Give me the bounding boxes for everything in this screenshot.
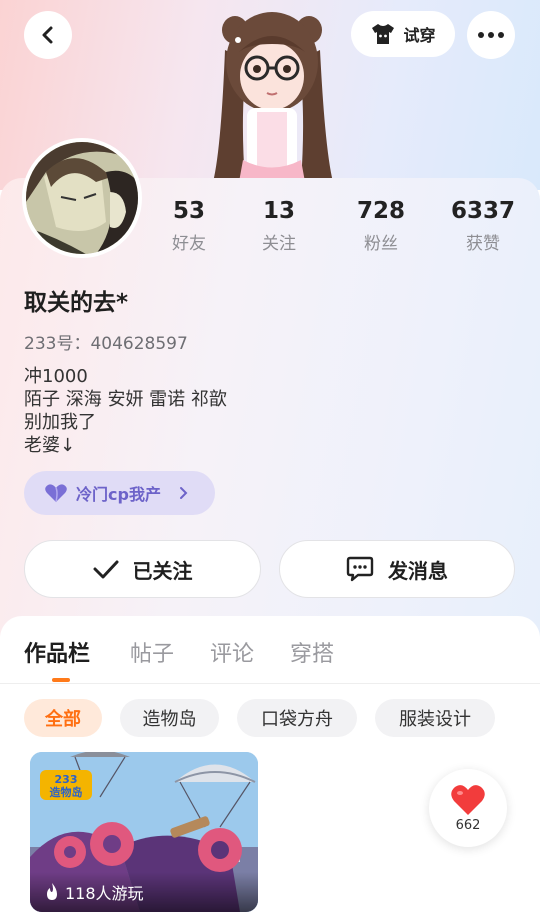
following-label: 已关注 [132, 558, 193, 583]
send-message-button[interactable]: 发消息 [279, 540, 515, 598]
work-card-footer: 118人游玩 [30, 872, 258, 912]
more-dot [498, 32, 504, 38]
try-on-label: 试穿 [403, 26, 436, 45]
filter-all[interactable]: 全部 [24, 699, 102, 737]
bio-line: 老婆↓ [24, 435, 76, 456]
heart-icon [45, 484, 67, 503]
filter-pocket-ark[interactable]: 口袋方舟 [237, 699, 357, 737]
chat-bubble-icon [346, 556, 374, 582]
tab-active-indicator [52, 678, 70, 682]
like-count: 662 [455, 817, 481, 833]
tab-outfits[interactable]: 穿搭 [290, 636, 334, 668]
tab-comments[interactable]: 评论 [210, 636, 254, 668]
stat-label: 好友 [172, 234, 206, 254]
cp-tag-chip[interactable]: 冷门cp我产 [24, 471, 215, 515]
avatar-image [26, 142, 138, 254]
more-dot [488, 32, 494, 38]
svg-text:233: 233 [55, 773, 78, 786]
tab-works[interactable]: 作品栏 [24, 636, 90, 668]
following-button[interactable]: 已关注 [24, 540, 261, 598]
stat-label: 粉丝 [364, 234, 398, 254]
stat-label: 获赞 [466, 234, 500, 254]
bio-line: 陌子 深海 安妍 雷诺 祁歆 [24, 389, 227, 410]
flame-icon [47, 883, 57, 900]
svg-text:造物岛: 造物岛 [50, 785, 83, 799]
stat-following[interactable]: 13 关注 [239, 196, 319, 254]
username: 取关的去* [24, 290, 129, 316]
back-button[interactable] [24, 11, 72, 59]
tshirt-icon [372, 24, 395, 44]
heart-icon [451, 784, 485, 815]
avatar[interactable] [22, 138, 142, 258]
stat-label: 关注 [262, 234, 296, 254]
work-card[interactable]: 233 造物岛 118人游玩 [30, 752, 258, 912]
stat-value: 6337 [450, 198, 515, 224]
stat-fans[interactable]: 728 粉丝 [341, 196, 421, 254]
more-button[interactable] [467, 11, 515, 59]
send-message-label: 发消息 [388, 558, 448, 583]
stat-likes: 6337 获赞 [443, 196, 523, 254]
bio-line: 冲1000 [24, 366, 88, 387]
check-icon [93, 560, 118, 579]
like-button[interactable]: 662 [429, 769, 507, 847]
more-dots-icon [478, 32, 484, 38]
stat-value: 13 [262, 198, 295, 224]
stat-value: 728 [356, 198, 405, 224]
filter-creation-island[interactable]: 造物岛 [120, 699, 219, 737]
cp-tag-label: 冷门cp我产 [76, 485, 161, 504]
chevron-right-icon [179, 487, 188, 499]
chevron-left-icon [42, 26, 53, 44]
tab-posts[interactable]: 帖子 [130, 636, 174, 668]
avatar-character-illustration [213, 12, 333, 182]
user-id: 233号：404628597 [24, 334, 188, 354]
stat-friends[interactable]: 53 好友 [149, 196, 229, 254]
stat-value: 53 [172, 198, 205, 224]
work-players-count: 118人游玩 [65, 884, 144, 903]
bio: 冲1000 陌子 深海 安妍 雷诺 祁歆 别加我了 老婆↓ [24, 365, 227, 457]
bio-line: 别加我了 [24, 412, 96, 433]
try-on-button[interactable]: 试穿 [351, 11, 455, 57]
filter-clothing-design[interactable]: 服装设计 [375, 699, 495, 737]
